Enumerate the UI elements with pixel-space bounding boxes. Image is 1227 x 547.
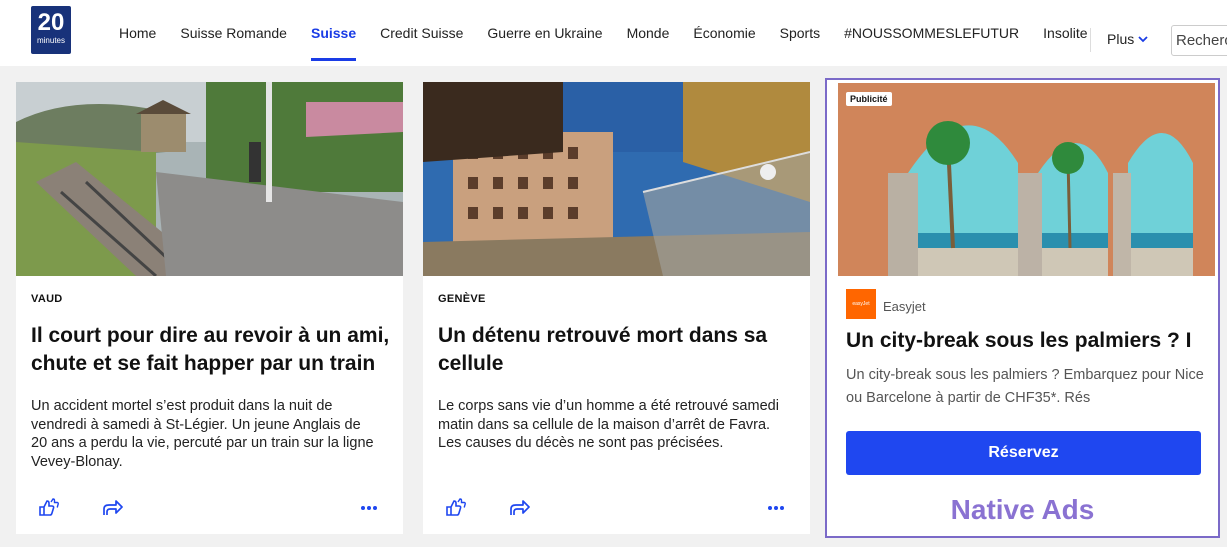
- native-ad-card[interactable]: Publicité easyJet Easyjet Un city-break …: [825, 78, 1220, 538]
- logo-word: minutes: [36, 36, 65, 45]
- nav-item-suisse[interactable]: Suisse: [299, 0, 368, 66]
- site-header: 20 minutes Home Suisse Romande Suisse Cr…: [0, 0, 1227, 66]
- more-menu-button[interactable]: Plus: [1107, 31, 1148, 47]
- logo-number: 20: [37, 9, 65, 36]
- nav-item-suisse-romande[interactable]: Suisse Romande: [168, 0, 299, 66]
- nav-item-economie[interactable]: Économie: [681, 0, 767, 66]
- article-actions: [423, 498, 810, 522]
- article-description: Un accident mortel s’est produit dans la…: [31, 398, 374, 470]
- ad-image-arcade-palms[interactable]: Publicité: [838, 83, 1215, 276]
- article-category: VAUD: [31, 293, 63, 305]
- nav-item-noussommeslefutur[interactable]: #NOUSSOMMESLEFUTUR: [832, 0, 1031, 66]
- article-actions: [16, 498, 403, 522]
- sponsored-badge: Publicité: [846, 92, 892, 106]
- more-options-icon[interactable]: [766, 498, 786, 523]
- article-title[interactable]: Il court pour dire au revoir à un ami, c…: [31, 322, 391, 378]
- article-card[interactable]: VAUD Il court pour dire au revoir à un a…: [16, 82, 403, 534]
- search-input[interactable]: [1171, 25, 1227, 56]
- nav-item-monde[interactable]: Monde: [615, 0, 682, 66]
- share-icon[interactable]: [102, 498, 124, 523]
- article-image-railway-crossing[interactable]: [16, 82, 403, 276]
- ad-description: Un city-break sous les palmiers ? Embarq…: [846, 367, 1204, 406]
- nav-divider: [1090, 28, 1091, 52]
- reaction-thumbs-icon[interactable]: [444, 498, 468, 525]
- railway-crossing-photo: [16, 82, 403, 276]
- arcade-palm-trees-photo: [838, 83, 1215, 276]
- share-icon[interactable]: [509, 498, 531, 523]
- ad-brand-name: Easyjet: [883, 299, 926, 314]
- article-title[interactable]: Un détenu retrouvé mort dans sa cellule: [438, 322, 798, 378]
- nav-item-sports[interactable]: Sports: [768, 0, 832, 66]
- easyjet-logo: easyJet: [846, 289, 876, 319]
- more-menu-label: Plus: [1107, 31, 1135, 47]
- 20-minutes-logo[interactable]: 20 minutes: [31, 6, 71, 54]
- article-category: GENÈVE: [438, 293, 486, 305]
- article-card[interactable]: GENÈVE Un détenu retrouvé mort dans sa c…: [423, 82, 810, 534]
- prison-building-photo: [423, 82, 810, 276]
- ad-title[interactable]: Un city-break sous les palmiers ? I: [846, 329, 1216, 353]
- main-nav: Home Suisse Romande Suisse Credit Suisse…: [107, 0, 1100, 66]
- nav-item-guerre-en-ukraine[interactable]: Guerre en Ukraine: [475, 0, 614, 66]
- native-ads-label: Native Ads: [950, 494, 1095, 525]
- more-options-icon[interactable]: [359, 498, 379, 523]
- article-description: Le corps sans vie d’un homme a été retro…: [438, 398, 779, 451]
- nav-item-home[interactable]: Home: [107, 0, 168, 66]
- reaction-thumbs-icon[interactable]: [37, 498, 61, 525]
- reservez-button[interactable]: Réservez: [846, 431, 1201, 475]
- article-image-prison[interactable]: [423, 82, 810, 276]
- chevron-down-icon: [1138, 35, 1148, 42]
- nav-item-credit-suisse[interactable]: Credit Suisse: [368, 0, 475, 66]
